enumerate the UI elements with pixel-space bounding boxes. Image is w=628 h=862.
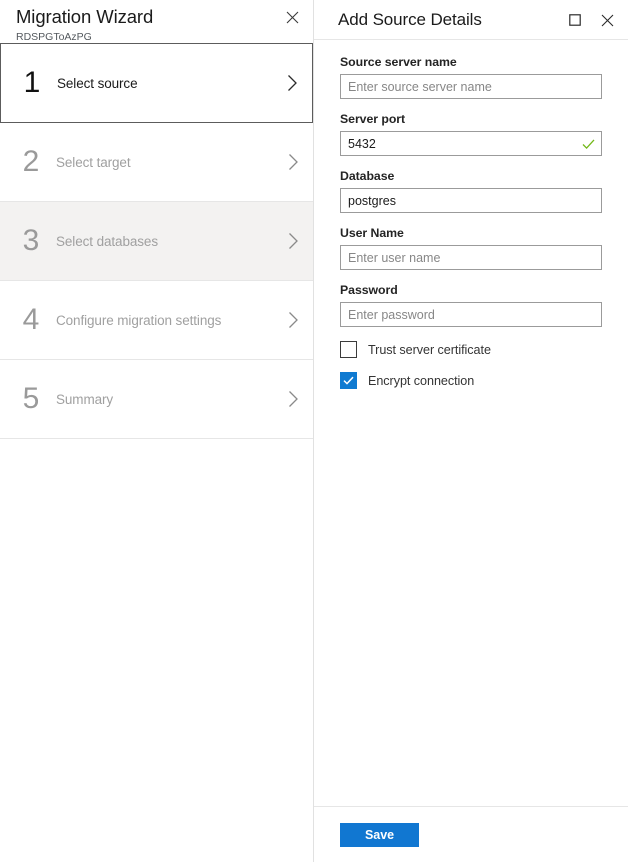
wizard-left-panel: Migration Wizard RDSPGToAzPG 1 Select so… [0,0,314,862]
input-wrapper [340,74,602,99]
chevron-right-icon [273,232,313,250]
step-label: Select target [56,155,273,170]
step-label: Select source [57,76,272,91]
checkbox-box[interactable] [340,372,357,389]
chevron-right-icon [273,311,313,329]
page-title: Add Source Details [338,10,482,30]
save-button[interactable]: Save [340,823,419,847]
migration-wizard-window: Migration Wizard RDSPGToAzPG 1 Select so… [0,0,628,862]
wizard-subtitle: RDSPGToAzPG [16,30,313,44]
wizard-step-configure-migration-settings[interactable]: 4 Configure migration settings [0,280,313,360]
checkbox-box[interactable] [340,341,357,358]
user-name-input[interactable] [340,245,602,270]
step-label: Select databases [56,234,273,249]
field-label: Source server name [340,54,602,70]
chevron-right-icon [273,153,313,171]
server-port-input[interactable] [340,131,602,156]
panel-form: Source server name Server port Database [314,40,628,806]
input-wrapper [340,302,602,327]
maximize-icon [569,14,581,26]
step-number: 4 [0,303,56,337]
input-wrapper [340,188,602,213]
step-label: Summary [56,392,273,407]
wizard-title: Migration Wizard [16,5,313,29]
wizard-step-select-source[interactable]: 1 Select source [0,43,313,123]
checkbox-label: Trust server certificate [368,343,491,357]
field-source-server-name: Source server name [340,54,602,99]
panel-window-buttons [562,0,620,40]
checkbox-encrypt-connection[interactable]: Encrypt connection [340,372,602,389]
field-database: Database [340,168,602,213]
field-label: Database [340,168,602,184]
checkmark-icon [343,376,354,385]
field-label: Password [340,282,602,298]
input-wrapper [340,131,602,156]
panel-header: Add Source Details [314,0,628,40]
database-input[interactable] [340,188,602,213]
source-server-name-input[interactable] [340,74,602,99]
wizard-step-select-databases[interactable]: 3 Select databases [0,201,313,281]
step-number: 3 [0,224,56,258]
step-label: Configure migration settings [56,313,273,328]
wizard-header: Migration Wizard RDSPGToAzPG [0,0,313,44]
close-icon [601,14,614,27]
panel-close-button[interactable] [594,7,620,33]
field-label: User Name [340,225,602,241]
wizard-step-summary[interactable]: 5 Summary [0,359,313,439]
password-input[interactable] [340,302,602,327]
wizard-step-select-target[interactable]: 2 Select target [0,122,313,202]
wizard-close-button[interactable] [281,6,303,28]
close-icon [286,11,299,24]
step-number: 5 [0,382,56,416]
valid-checkmark-icon [582,138,595,149]
checkbox-trust-server-certificate[interactable]: Trust server certificate [340,341,602,358]
panel-maximize-button[interactable] [562,7,588,33]
step-number: 2 [0,145,56,179]
input-wrapper [340,245,602,270]
wizard-steps-list: 1 Select source 2 Select target 3 Select… [0,43,313,439]
field-server-port: Server port [340,111,602,156]
panel-footer: Save [314,806,628,862]
field-user-name: User Name [340,225,602,270]
field-password: Password [340,282,602,327]
step-number: 1 [1,66,57,100]
checkbox-label: Encrypt connection [368,374,474,388]
add-source-details-panel: Add Source Details Source server name [314,0,628,862]
chevron-right-icon [273,390,313,408]
field-label: Server port [340,111,602,127]
chevron-right-icon [272,74,312,92]
